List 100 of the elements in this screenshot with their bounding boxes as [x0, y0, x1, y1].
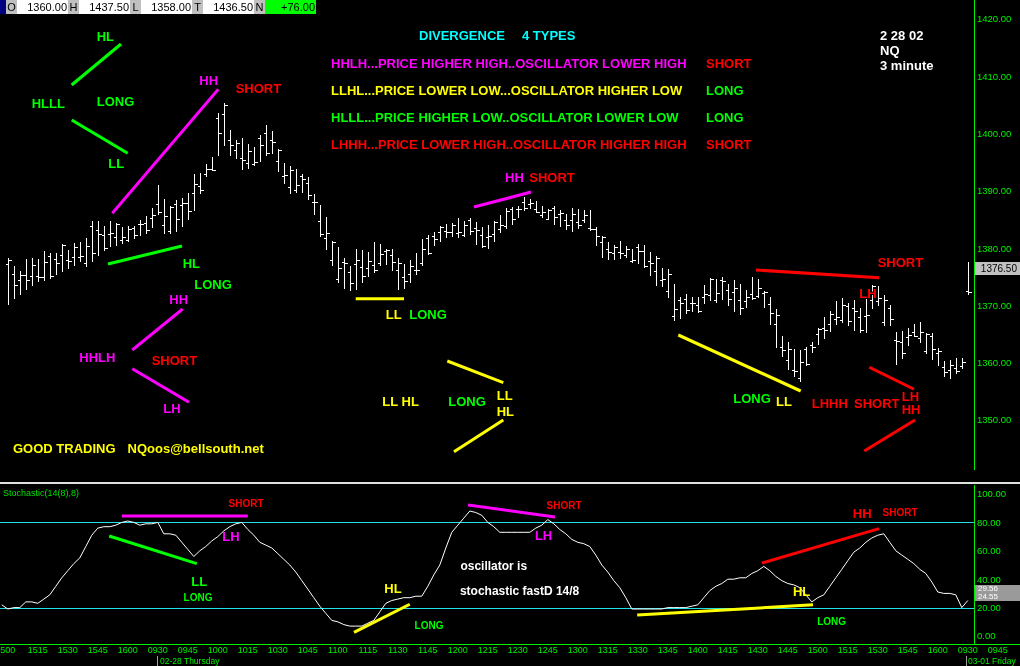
- axis-label: 1390.00: [977, 185, 1012, 197]
- annotation-label: LONG: [409, 306, 447, 322]
- signal-label: SHORT: [706, 137, 752, 152]
- annotation-label: LL: [108, 155, 125, 171]
- annotation-label: HH: [505, 170, 524, 186]
- axis-label: 0.00: [977, 630, 996, 642]
- axis-label: 1600: [927, 645, 948, 655]
- axis-label: 1100: [328, 645, 348, 655]
- annotation-label: LONG: [194, 276, 232, 292]
- annotation-label: HLLL: [31, 95, 65, 111]
- legend-text: HLLL...PRICE HIGHER LOW..OSCILLATOR LOWER LOW: [331, 110, 680, 125]
- signal-label: LONG: [706, 83, 745, 98]
- axis-label: 1350.00: [977, 414, 1012, 426]
- axis-label: 1230: [507, 645, 528, 655]
- axis-label: 1145: [418, 645, 438, 655]
- axis-label: 1530: [57, 645, 78, 655]
- axis-label: 1315: [597, 645, 618, 655]
- annotation-label: LL: [496, 388, 513, 403]
- quote-label: N: [254, 0, 265, 14]
- quote-label: O: [6, 0, 17, 14]
- annotation-label: HH: [852, 506, 872, 521]
- axis-label: 1430: [747, 645, 768, 655]
- axis-label: 1500: [807, 645, 828, 655]
- axis-label: 0945: [987, 645, 1008, 655]
- caption-text: stochastic fastD 14/8: [459, 584, 580, 598]
- date-label: 02-28 Thursday: [160, 655, 220, 666]
- annotation-label: HH: [199, 73, 219, 89]
- annotation-label: LONG: [96, 93, 135, 109]
- axis-label: 1215: [477, 645, 498, 655]
- value-tag: 29.56: [975, 585, 1020, 593]
- value-tag: 24.55: [975, 593, 1020, 601]
- axis-label: 1045: [297, 645, 318, 655]
- chart-info-text: 3 minute: [880, 58, 934, 73]
- axis-label: 1115: [358, 645, 378, 655]
- signal-label: SHORT: [706, 56, 752, 71]
- axis-label: 1380.00: [977, 242, 1012, 254]
- footer-text: NQoos@bellsouth.net: [127, 441, 264, 456]
- axis-label: 500: [0, 645, 16, 655]
- annotation-label: LL: [776, 393, 792, 409]
- axis-label: 1400.00: [977, 127, 1012, 139]
- axis-label: 1415: [717, 645, 738, 655]
- price-tag: 1376.50: [975, 262, 1020, 275]
- axis-label: 0930: [147, 645, 168, 655]
- quote-value: 1436.50: [203, 0, 254, 14]
- axis-label: 1600: [117, 645, 138, 655]
- axis-label: 1015: [237, 645, 258, 655]
- annotation-label: LH: [222, 528, 240, 544]
- annotation-label: LHHH: [811, 395, 848, 411]
- annotation-label: HHLH: [79, 349, 116, 365]
- axis-label: 1370.00: [977, 299, 1012, 311]
- annotation-label: LONG: [733, 391, 771, 407]
- caption-text: oscillator is: [460, 559, 528, 574]
- annotation-label: HL: [96, 28, 115, 44]
- signal-label: LONG: [183, 591, 213, 603]
- annotation-label: SHORT: [151, 353, 198, 369]
- date-label: 03-01 Friday: [968, 655, 1016, 666]
- axis-label: 1345: [657, 645, 678, 655]
- annotation-label: LH: [163, 400, 181, 416]
- axis-label: 1445: [777, 645, 798, 655]
- signal-label: SHORT: [546, 500, 582, 512]
- annotation-label: SHORT: [854, 395, 900, 411]
- axis-label: 1400: [687, 645, 708, 655]
- chart-info-text: NQ: [880, 43, 900, 58]
- chart-info-text: 2 28 02: [880, 28, 924, 43]
- axis-label: 100.00: [977, 488, 1007, 500]
- annotation-label: HL: [384, 580, 402, 596]
- axis-label: 1515: [27, 645, 48, 655]
- annotation-label: SHORT: [877, 254, 924, 270]
- signal-label: LONG: [817, 615, 847, 627]
- axis-label: 0945: [177, 645, 198, 655]
- annotation-label: HL: [182, 256, 201, 272]
- axis-label: 1545: [897, 645, 918, 655]
- axis-label: 60.00: [977, 545, 1001, 557]
- annotation-label: SHORT: [235, 81, 282, 96]
- axis-label: 1545: [87, 645, 108, 655]
- quote-value: 1437.50: [79, 0, 130, 14]
- annotation-label: LL HL: [382, 393, 419, 409]
- quote-value: 1358.00: [141, 0, 192, 14]
- quote-value: 1360.00: [17, 0, 68, 14]
- axis-label: 1130: [388, 645, 408, 655]
- axis-label: 1420.00: [977, 13, 1012, 25]
- annotation-label: LL: [385, 306, 402, 322]
- signal-label: LONG: [414, 620, 444, 632]
- annotation-label: LONG: [448, 393, 486, 409]
- signal-label: SHORT: [228, 498, 264, 510]
- quote-value: +76.00: [265, 0, 316, 14]
- marker-icon: [0, 0, 6, 14]
- legend-text: HHLH...PRICE HIGHER HIGH..OSCILLATOR LOWER HIGH: [331, 56, 688, 71]
- axis-label: 1330: [627, 645, 648, 655]
- annotation-label: SHORT: [529, 169, 575, 185]
- axis-label: 0930: [957, 645, 978, 655]
- axis-label: 1000: [207, 645, 228, 655]
- annotation-label: LH: [534, 528, 553, 544]
- annotation-label: LL: [191, 573, 208, 589]
- quote-label: H: [68, 0, 79, 14]
- axis-label: 80.00: [977, 516, 1001, 528]
- axis-label: 1360.00: [977, 357, 1012, 369]
- signal-label: SHORT: [882, 506, 918, 518]
- axis-label: 1515: [837, 645, 858, 655]
- axis-label: 20.00: [977, 601, 1001, 613]
